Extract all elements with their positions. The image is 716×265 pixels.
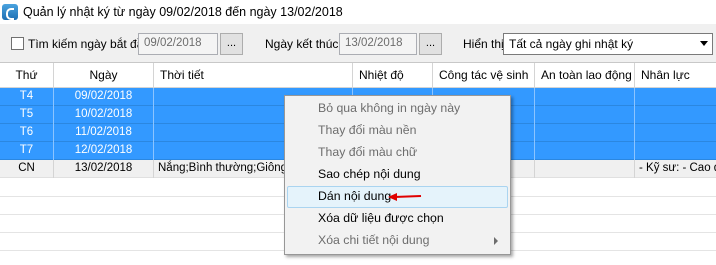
cell-thu: CN — [0, 160, 54, 178]
search-start-date-label: Tìm kiếm ngày bắt đầu — [28, 37, 151, 51]
menu-item-change-text-color[interactable]: Thay đổi màu chữ — [287, 142, 508, 164]
cell-ngay: 10/02/2018 — [54, 106, 154, 124]
cell-nhan-luc — [635, 88, 716, 106]
end-date-browse-button[interactable]: ... — [419, 33, 442, 55]
display-label: Hiển thị — [463, 37, 504, 51]
menu-item-label: Xóa chi tiết nội dung — [318, 233, 430, 247]
cell-an-toan-lao-dong — [535, 88, 635, 106]
cell-nhan-luc — [635, 106, 716, 124]
cell-nhan-luc: - Kỹ sư: - Cao đ — [639, 162, 716, 174]
cell-ngay: 13/02/2018 — [54, 160, 154, 178]
cell-an-toan-lao-dong — [535, 106, 635, 124]
filter-bar: Tìm kiếm ngày bắt đầu 09/02/2018 ... Ngà… — [0, 24, 716, 62]
column-header-nhiet-do[interactable]: Nhiệt độ — [353, 63, 433, 88]
display-filter-select[interactable]: Tất cả ngày ghi nhật ký — [503, 33, 713, 55]
cell-ngay: 09/02/2018 — [54, 88, 154, 106]
search-start-date-checkbox[interactable] — [11, 37, 24, 50]
display-filter-value: Tất cả ngày ghi nhật ký — [509, 37, 634, 51]
column-header-ngay[interactable]: Ngày — [54, 63, 154, 88]
column-header-nhan-luc[interactable]: Nhân lực — [635, 63, 716, 88]
end-date-field[interactable]: 13/02/2018 — [339, 33, 417, 55]
cell-thu: T4 — [0, 88, 54, 106]
menu-item-delete-selected-data[interactable]: Xóa dữ liệu được chọn — [287, 208, 508, 230]
chevron-down-icon — [700, 41, 708, 46]
cell-thu: T7 — [0, 142, 54, 160]
cell-an-toan-lao-dong — [535, 124, 635, 142]
menu-item-skip-print-day[interactable]: Bỏ qua không in ngày này — [287, 98, 508, 120]
app-logo-icon — [2, 4, 18, 20]
cell-nhan-luc — [635, 142, 716, 160]
context-menu: Bỏ qua không in ngày này Thay đổi màu nề… — [284, 95, 511, 255]
cell-ngay: 11/02/2018 — [54, 124, 154, 142]
end-date-label: Ngày kết thúc — [265, 37, 339, 51]
menu-item-delete-content-details[interactable]: Xóa chi tiết nội dung — [287, 230, 508, 252]
table-header: Thứ Ngày Thời tiết Nhiệt độ Công tác vệ … — [0, 63, 716, 88]
menu-item-copy-content[interactable]: Sao chép nội dung — [287, 164, 508, 186]
menu-item-change-background-color[interactable]: Thay đổi màu nền — [287, 120, 508, 142]
column-header-thu[interactable]: Thứ — [0, 63, 54, 88]
start-date-field[interactable]: 09/02/2018 — [138, 33, 218, 55]
cell-an-toan-lao-dong — [535, 160, 635, 178]
chevron-right-icon — [494, 237, 498, 245]
window-title: Quản lý nhật ký từ ngày 09/02/2018 đến n… — [23, 5, 343, 19]
cell-thu: T5 — [0, 106, 54, 124]
title-bar: Quản lý nhật ký từ ngày 09/02/2018 đến n… — [0, 0, 716, 24]
cell-an-toan-lao-dong — [535, 142, 635, 160]
column-header-cong-tac-ve-sinh[interactable]: Công tác vệ sinh — [433, 63, 535, 88]
annotation-arrow-icon — [388, 193, 422, 201]
cell-ngay: 12/02/2018 — [54, 142, 154, 160]
column-header-thoi-tiet[interactable]: Thời tiết — [154, 63, 353, 88]
cell-thu: T6 — [0, 124, 54, 142]
start-date-browse-button[interactable]: ... — [220, 33, 243, 55]
column-header-an-toan-lao-dong[interactable]: An toàn lao động — [535, 63, 635, 88]
cell-nhan-luc — [635, 124, 716, 142]
